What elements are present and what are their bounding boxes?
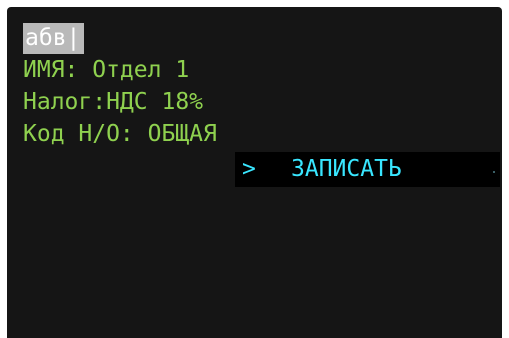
department-name-field: ИМЯ: Отдел 1 — [23, 57, 190, 83]
terminal-screen: абв| ИМЯ: Отдел 1 Налог:НДС 18% Код Н/О:… — [7, 7, 502, 338]
text-input-line[interactable]: абв| — [23, 23, 85, 54]
selection-pointer-icon: > — [242, 156, 256, 182]
save-label: ЗАПИСАТЬ — [291, 156, 402, 182]
scroll-indicator-dot — [493, 171, 495, 173]
save-menu-item[interactable]: > ЗАПИСАТЬ — [235, 152, 500, 187]
tax-system-field: Код Н/О: ОБЩАЯ — [23, 121, 217, 147]
input-text: абв — [25, 25, 67, 51]
tax-rate-field: Налог:НДС 18% — [23, 89, 204, 115]
text-cursor: | — [66, 25, 81, 51]
